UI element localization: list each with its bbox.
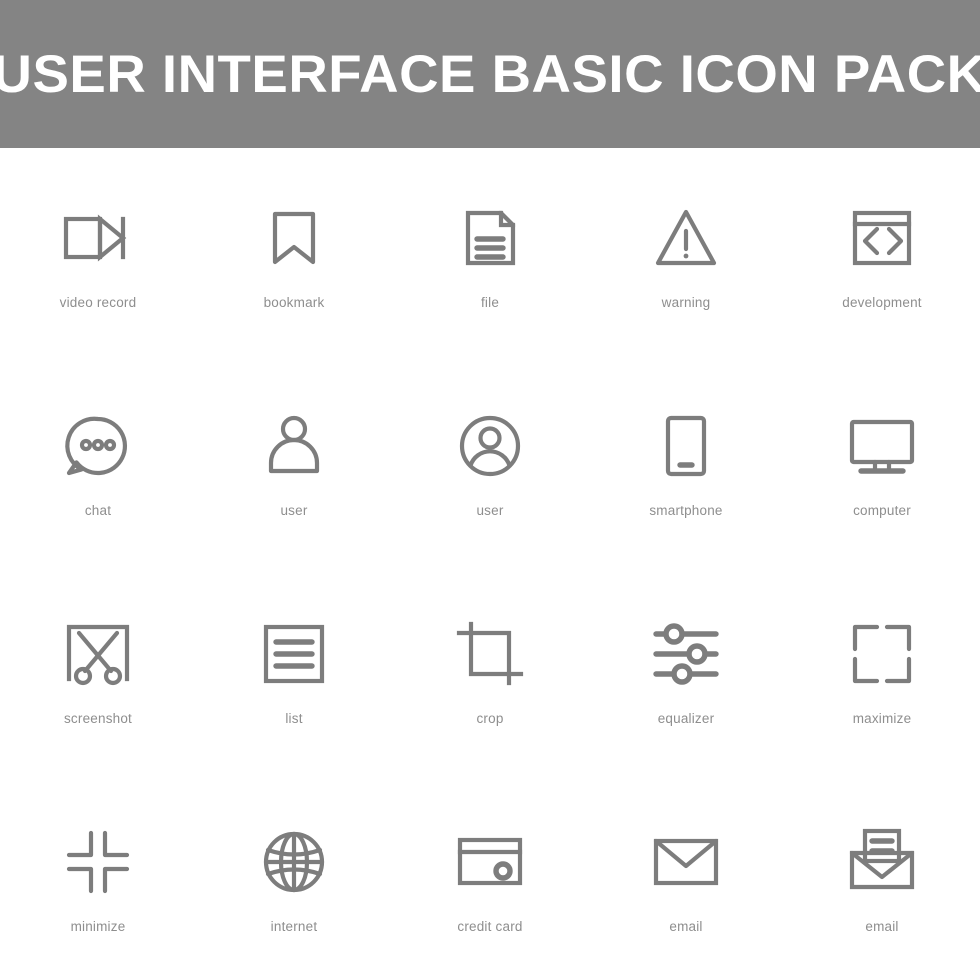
equalizer-icon bbox=[643, 611, 729, 697]
icon-cell-computer[interactable]: computer bbox=[784, 356, 980, 564]
minimize-icon bbox=[55, 819, 141, 905]
warning-icon bbox=[643, 195, 729, 281]
icon-label: warning bbox=[661, 294, 711, 310]
icon-label: computer bbox=[853, 502, 911, 518]
icon-cell-internet[interactable]: internet bbox=[196, 772, 392, 980]
icon-cell-minimize[interactable]: minimize bbox=[0, 772, 196, 980]
icon-cell-chat[interactable]: chat bbox=[0, 356, 196, 564]
file-icon bbox=[447, 195, 533, 281]
icon-cell-development[interactable]: development bbox=[784, 148, 980, 356]
icon-cell-user-person[interactable]: user bbox=[196, 356, 392, 564]
smartphone-icon bbox=[643, 403, 729, 489]
icon-label: equalizer bbox=[657, 710, 715, 726]
icon-label: chat bbox=[84, 502, 112, 518]
page-title: USER INTERFACE BASIC ICON PACK bbox=[0, 44, 980, 104]
icon-grid: video record bookmark file warning devel… bbox=[0, 148, 980, 980]
header-banner: USER INTERFACE BASIC ICON PACK bbox=[0, 0, 980, 148]
chat-icon bbox=[55, 403, 141, 489]
development-icon bbox=[839, 195, 925, 281]
user-icon bbox=[251, 403, 337, 489]
icon-cell-user-circle[interactable]: user bbox=[392, 356, 588, 564]
bookmark-icon bbox=[251, 195, 337, 281]
screenshot-icon bbox=[55, 611, 141, 697]
icon-label: user bbox=[280, 502, 308, 518]
icon-cell-file[interactable]: file bbox=[392, 148, 588, 356]
icon-label: screenshot bbox=[63, 710, 133, 726]
credit-card-icon bbox=[447, 819, 533, 905]
icon-label: crop bbox=[476, 710, 504, 726]
icon-cell-maximize[interactable]: maximize bbox=[784, 564, 980, 772]
icon-label: list bbox=[285, 710, 303, 726]
icon-label: credit card bbox=[457, 918, 523, 934]
icon-label: maximize bbox=[852, 710, 912, 726]
icon-cell-crop[interactable]: crop bbox=[392, 564, 588, 772]
list-icon bbox=[251, 611, 337, 697]
icon-label: user bbox=[476, 502, 504, 518]
icon-cell-video-record[interactable]: video record bbox=[0, 148, 196, 356]
icon-cell-email-closed[interactable]: email bbox=[588, 772, 784, 980]
icon-cell-credit-card[interactable]: credit card bbox=[392, 772, 588, 980]
icon-cell-equalizer[interactable]: equalizer bbox=[588, 564, 784, 772]
crop-icon bbox=[447, 611, 533, 697]
video-record-icon bbox=[55, 195, 141, 281]
icon-cell-warning[interactable]: warning bbox=[588, 148, 784, 356]
icon-cell-smartphone[interactable]: smartphone bbox=[588, 356, 784, 564]
icon-label: bookmark bbox=[263, 294, 325, 310]
icon-label: video record bbox=[59, 294, 137, 310]
computer-icon bbox=[839, 403, 925, 489]
icon-label: smartphone bbox=[649, 502, 723, 518]
icon-label: internet bbox=[270, 918, 318, 934]
icon-cell-bookmark[interactable]: bookmark bbox=[196, 148, 392, 356]
email-open-icon bbox=[839, 819, 925, 905]
user-circle-icon bbox=[447, 403, 533, 489]
icon-label: email bbox=[669, 918, 703, 934]
icon-label: file bbox=[480, 294, 500, 310]
icon-label: minimize bbox=[70, 918, 126, 934]
icon-cell-list[interactable]: list bbox=[196, 564, 392, 772]
icon-cell-email-open[interactable]: email bbox=[784, 772, 980, 980]
maximize-icon bbox=[839, 611, 925, 697]
icon-label: email bbox=[865, 918, 899, 934]
icon-label: development bbox=[842, 294, 922, 310]
email-icon bbox=[643, 819, 729, 905]
internet-icon bbox=[251, 819, 337, 905]
icon-cell-screenshot[interactable]: screenshot bbox=[0, 564, 196, 772]
